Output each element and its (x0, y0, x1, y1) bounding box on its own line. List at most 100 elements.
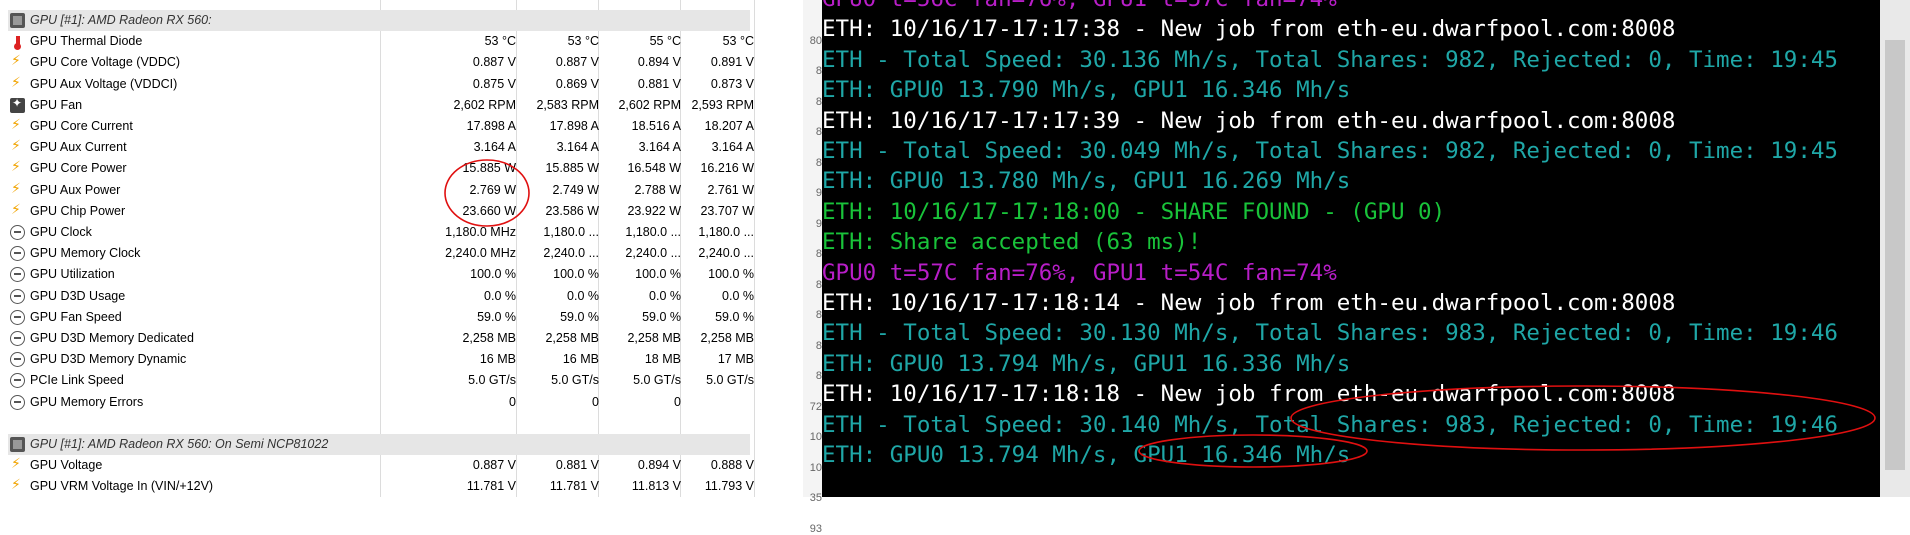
average-value: 3.164 A (711, 140, 754, 155)
sensor-row[interactable]: GPU D3D Memory Dedicated 2,258 MB 2,258 MB… (8, 328, 754, 349)
minimum-value: 0.887 V (555, 55, 599, 70)
console-line: ETH: 10/16/17-17:18:18 - New job from et… (822, 381, 1676, 408)
minimum-value: 2,258 MB (545, 331, 599, 345)
console-line: GPU0 t=57C fan=76%, GPU1 t=54C fan=74% (822, 259, 1337, 286)
voltage-bolt-icon (10, 477, 25, 494)
maximum-value: 18.516 A (631, 119, 681, 133)
average-value: 2,258 MB (700, 331, 754, 345)
sensor-name: PCIe Link Speed (30, 373, 124, 388)
gauge-icon (10, 267, 25, 283)
sensor-name: GPU D3D Memory Dynamic (30, 352, 187, 367)
sensor-row[interactable]: GPU Fan Speed 59.0 % 59.0 % 59.0 % 59.0 % (8, 307, 754, 328)
current-value: 1,180.0 MHz (445, 225, 516, 239)
gutter-number: 10 (809, 461, 822, 474)
current-value: 53 °C (484, 34, 516, 49)
sensor-group-header[interactable]: GPU [#1]: AMD Radeon RX 560: (8, 10, 750, 31)
gutter-number: 8 (815, 278, 822, 291)
gauge-icon (10, 331, 25, 346)
sensor-row[interactable]: GPU Clock 1,180.0 MHz 1,180.0 ... 1,180.0 .… (8, 222, 754, 243)
sensor-row[interactable]: GPU Core Voltage (VDDC) 0.887 V 0.887 V 0.8… (8, 52, 754, 73)
sensor-name: GPU Fan Speed (30, 309, 122, 324)
gauge-icon (10, 373, 25, 389)
maximum-value: 0.894 V (637, 458, 681, 473)
minimum-value: 100.0 % (553, 267, 599, 282)
current-value (384, 10, 516, 31)
current-value: 11.781 V (466, 479, 516, 494)
console-line: ETH - Total Speed: 30.049 Mh/s, Total Sh… (822, 138, 1838, 164)
voltage-bolt-icon (10, 159, 25, 176)
scrollbar-thumb[interactable] (1885, 40, 1905, 470)
average-value: 2,593 RPM (691, 97, 754, 112)
sensor-row[interactable]: GPU Core Current 17.898 A 17.898 A 18.516 A… (8, 116, 754, 137)
sensor-name: GPU Memory Errors (30, 394, 144, 409)
maximum-value: 2.788 W (634, 182, 681, 197)
minimum-value: 15.885 W (545, 161, 599, 176)
sensor-row[interactable]: GPU Voltage 0.887 V 0.881 V 0.894 V 0.888 V (8, 455, 754, 476)
console-scrollbar[interactable] (1880, 0, 1910, 497)
sensor-name: GPU Aux Voltage (VDDCI) (30, 76, 178, 91)
chip-icon (10, 13, 25, 28)
console-line: ETH: GPU0 13.780 Mh/s, GPU1 16.269 Mh/s (822, 168, 1351, 195)
gutter-number: 9 (815, 217, 822, 230)
sensor-row[interactable]: GPU Utilization 100.0 % 100.0 % 100.0 % 100.… (8, 264, 754, 285)
sensor-row[interactable]: GPU Chip Power 23.660 W 23.586 W 23.922 W 23… (8, 201, 754, 222)
minimum-value: 17.898 A (549, 119, 599, 133)
thermometer-icon (10, 34, 25, 51)
sensor-row[interactable]: PCIe Link Speed 5.0 GT/s 5.0 GT/s 5.0 GT/s 5… (8, 370, 754, 391)
sensor-row[interactable]: GPU Aux Current 3.164 A 3.164 A 3.164 A 3.16… (8, 137, 754, 158)
console-line: ETH: 10/16/17-17:18:14 - New job from et… (822, 290, 1676, 316)
sensor-row[interactable]: GPU Aux Voltage (VDDCI) 0.875 V 0.869 V 0.8… (8, 74, 754, 95)
console-line: ETH: 10/16/17-17:17:39 - New job from et… (822, 107, 1676, 134)
minimum-value: 0.881 V (555, 458, 599, 473)
minimum-value (521, 10, 599, 31)
current-value: 2,240.0 MHz (445, 246, 516, 261)
current-value: 0.887 V (472, 55, 516, 70)
current-value: 2,602 RPM (453, 97, 516, 112)
gutter-number: 80 (809, 34, 822, 47)
minimum-value: 5.0 GT/s (551, 373, 599, 388)
sensor-row[interactable]: GPU Core Power 15.885 W 15.885 W 16.548 W 16… (8, 158, 754, 179)
console-line: ETH: GPU0 13.790 Mh/s, GPU1 16.346 Mh/s (822, 77, 1351, 104)
sensor-group-header[interactable]: GPU [#1]: AMD Radeon RX 560: On Semi NCP… (8, 434, 750, 455)
sensor-row[interactable] (8, 413, 750, 434)
current-value: 15.885 W (462, 161, 516, 176)
voltage-bolt-icon (10, 456, 25, 473)
average-value: 0.0 % (722, 288, 754, 303)
sensor-name: GPU Memory Clock (30, 246, 141, 261)
minimum-value: 3.164 A (556, 140, 599, 155)
maximum-value: 18 MB (644, 352, 681, 367)
sensor-row[interactable]: GPU D3D Usage 0.0 % 0.0 % 0.0 % 0.0 % (8, 286, 754, 307)
sensor-name: GPU D3D Usage (30, 288, 126, 303)
gauge-icon (10, 225, 25, 240)
sensor-name: GPU Core Voltage (VDDC) (30, 55, 181, 70)
minimum-value: 2,240.0 ... (543, 246, 599, 261)
voltage-bolt-icon (10, 53, 25, 70)
sensor-row[interactable]: GPU Aux Power 2.769 W 2.749 W 2.788 W 2.761 … (8, 180, 754, 201)
maximum-value: 55 °C (649, 34, 681, 49)
sensor-row[interactable]: GPU D3D Memory Dynamic 16 MB 16 MB 18 MB 17 … (8, 349, 754, 370)
sensor-name: GPU Thermal Diode (30, 34, 143, 49)
voltage-bolt-icon (10, 75, 25, 92)
average-value (685, 434, 754, 455)
column-divider (754, 0, 755, 497)
sensor-row[interactable]: GPU Memory Errors 0 0 0 (8, 392, 750, 413)
current-value: 0.0 % (484, 288, 516, 303)
voltage-bolt-icon (10, 202, 25, 219)
maximum-value: 16.548 W (627, 161, 681, 176)
minimum-value: 23.586 W (545, 203, 599, 218)
fan-icon (10, 96, 25, 113)
average-value: 53 °C (722, 34, 754, 49)
sensor-row[interactable]: GPU Fan 2,602 RPM 2,583 RPM 2,602 RPM 2,593 … (8, 95, 754, 116)
sensor-row[interactable]: GPU Thermal Diode 53 °C 53 °C 55 °C 53 °C (8, 31, 754, 52)
sensor-row[interactable]: GPU VRM Voltage In (VIN/+12V) 11.781 V 11.… (8, 476, 754, 497)
minimum-value: 53 °C (567, 34, 599, 49)
current-value: 16 MB (479, 352, 516, 367)
miner-console[interactable]: GPU0 t=56C fan=76%, GPU1 t=57C fan=74% ET… (822, 0, 1910, 497)
current-value: 2.769 W (469, 182, 516, 197)
gutter-number: 72 (809, 400, 822, 413)
console-line: ETH - Total Speed: 30.130 Mh/s, Total Sh… (822, 320, 1838, 347)
sensor-name (30, 413, 382, 434)
sensor-row[interactable]: GPU Memory Clock 2,240.0 MHz 2,240.0 ... 2,… (8, 243, 754, 264)
minimum-value: 0.0 % (567, 288, 599, 303)
sensor-name: GPU Fan (30, 97, 83, 112)
